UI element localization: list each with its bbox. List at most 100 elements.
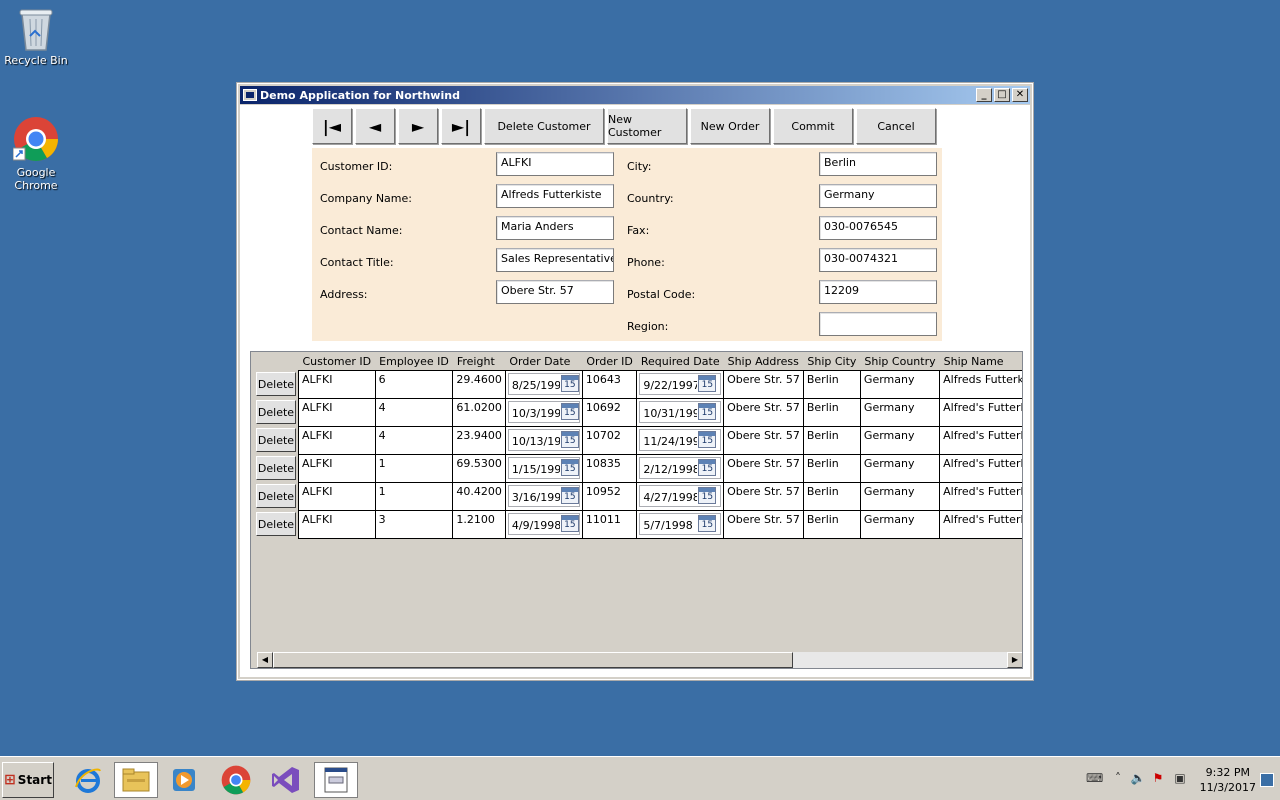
cancel-button[interactable]: Cancel	[856, 108, 936, 144]
required-date-picker[interactable]: 10/31/199715	[639, 400, 722, 423]
contact-title-field[interactable]: Sales Representative	[496, 248, 614, 272]
cell-required-date[interactable]: 4/27/1998 15	[636, 481, 725, 511]
internet-explorer-icon[interactable]	[66, 762, 110, 798]
cell-ship-address[interactable]: Obere Str. 57	[723, 509, 804, 539]
cell-customer-id[interactable]: ALFKI	[298, 425, 376, 455]
cell-customer-id[interactable]: ALFKI	[298, 509, 376, 539]
cell-employee-id[interactable]: 1	[374, 481, 454, 511]
table-row[interactable]: DeleteALFKI629.46008/25/199715106439/22/…	[251, 369, 1022, 399]
cell-order-date[interactable]: 10/13/199715	[504, 425, 583, 455]
table-row[interactable]: DeleteALFKI461.020010/3/1997151069210/31…	[251, 397, 1022, 427]
start-button[interactable]: ⊞ Start	[2, 762, 54, 798]
commit-button[interactable]: Commit	[773, 108, 853, 144]
fax-field[interactable]: 030-0076545	[819, 216, 937, 240]
required-date-picker[interactable]: 4/27/1998 15	[639, 484, 722, 507]
order-date-picker[interactable]: 8/25/199715	[507, 372, 580, 395]
cell-order-id[interactable]: 10835	[581, 453, 638, 483]
table-row[interactable]: Delete ALFKI 3 1.2100 4/9/1998 15 11011 5/7/199…	[251, 509, 1022, 539]
calendar-icon[interactable]: 15	[698, 431, 717, 448]
delete-order-button[interactable]: Delete	[256, 400, 296, 424]
visual-studio-icon[interactable]	[264, 762, 308, 798]
cell-employee-id[interactable]: 1	[374, 453, 454, 483]
cell-ship-country[interactable]: Germany	[859, 481, 941, 511]
company-name-field[interactable]: Alfreds Futterkiste	[496, 184, 614, 208]
table-row[interactable]: DeleteALFKI423.940010/13/1997151070211/2…	[251, 425, 1022, 455]
required-date-picker[interactable]: 5/7/1998 15	[639, 512, 722, 535]
table-row[interactable]: DeleteALFKI169.53001/15/199815108352/12/…	[251, 453, 1022, 483]
column-header[interactable]: Customer ID	[298, 352, 376, 370]
cell-order-date[interactable]: 8/25/199715	[504, 369, 583, 399]
column-header[interactable]: Employee ID	[375, 352, 453, 370]
maximize-button[interactable]: □	[994, 88, 1010, 102]
cell-ship-city[interactable]: Berlin	[802, 453, 861, 483]
column-header[interactable]: Freight	[452, 352, 506, 370]
cell-freight[interactable]: 29.4600	[452, 369, 506, 399]
customer-id-field[interactable]: ALFKI	[496, 152, 614, 176]
cell-employee-id[interactable]: 4	[374, 397, 454, 427]
required-date-picker[interactable]: 9/22/1997 15	[639, 372, 722, 395]
chrome-icon[interactable]	[214, 762, 258, 798]
cell-customer-id[interactable]: ALFKI	[298, 453, 376, 483]
scroll-right-icon[interactable]: ▶	[1007, 652, 1022, 668]
delete-order-button[interactable]: Delete	[256, 484, 296, 508]
action-center-icon[interactable]: ⚑	[1150, 771, 1166, 787]
column-header[interactable]: Ship Address	[723, 352, 804, 370]
required-date-picker[interactable]: 2/12/1998 15	[639, 456, 722, 479]
cell-order-date[interactable]: 4/9/1998 15	[504, 509, 583, 539]
cell-ship-country[interactable]: Germany	[859, 397, 941, 427]
order-date-picker[interactable]: 10/13/199715	[507, 428, 580, 451]
last-record-button[interactable]: ►|	[441, 108, 481, 144]
cell-ship-country[interactable]: Germany	[859, 509, 941, 539]
cell-ship-address[interactable]: Obere Str. 57	[723, 453, 804, 483]
cell-required-date[interactable]: 11/24/199715	[636, 425, 725, 455]
cell-order-date[interactable]: 1/15/199815	[504, 453, 583, 483]
calendar-icon[interactable]: 15	[698, 515, 717, 532]
cell-required-date[interactable]: 9/22/1997 15	[636, 369, 725, 399]
cell-order-date[interactable]: 3/16/199815	[504, 481, 583, 511]
order-date-picker[interactable]: 10/3/199715	[507, 400, 580, 423]
cell-order-id[interactable]: 10952	[581, 481, 638, 511]
cell-freight[interactable]: 69.5300	[452, 453, 506, 483]
calendar-icon[interactable]: 15	[560, 431, 579, 448]
cell-order-id[interactable]: 11011	[581, 509, 638, 539]
cell-ship-name[interactable]: Alfred's Futterkiste	[939, 509, 1022, 539]
cell-employee-id[interactable]: 6	[374, 369, 454, 399]
required-date-picker[interactable]: 11/24/199715	[639, 428, 722, 451]
column-header[interactable]: Order ID	[582, 352, 637, 370]
column-header[interactable]: Ship Name	[939, 352, 1022, 370]
calendar-icon[interactable]: 15	[560, 487, 579, 504]
new-customer-button[interactable]: New Customer	[607, 108, 687, 144]
title-bar[interactable]: Demo Application for Northwind _ □ ✕	[240, 86, 1030, 104]
cell-ship-city[interactable]: Berlin	[802, 481, 861, 511]
calendar-icon[interactable]: 15	[698, 487, 717, 504]
cell-order-id[interactable]: 10702	[581, 425, 638, 455]
cell-customer-id[interactable]: ALFKI	[298, 481, 376, 511]
calendar-icon[interactable]: 15	[560, 375, 579, 392]
cell-required-date[interactable]: 2/12/1998 15	[636, 453, 725, 483]
cell-ship-name[interactable]: Alfreds Futterkiste	[939, 369, 1022, 399]
order-date-picker[interactable]: 3/16/199815	[507, 484, 580, 507]
cell-customer-id[interactable]: ALFKI	[298, 397, 376, 427]
first-record-button[interactable]: |◄	[312, 108, 352, 144]
region-field[interactable]	[819, 312, 937, 336]
cell-ship-name[interactable]: Alfred's Futterkiste	[939, 425, 1022, 455]
cell-order-id[interactable]: 10643	[581, 369, 638, 399]
cell-required-date[interactable]: 10/31/199715	[636, 397, 725, 427]
chrome-desktop-icon[interactable]: Google Chrome	[0, 116, 72, 192]
postal-code-field[interactable]: 12209	[819, 280, 937, 304]
cell-order-id[interactable]: 10692	[581, 397, 638, 427]
cell-ship-city[interactable]: Berlin	[802, 425, 861, 455]
cell-ship-address[interactable]: Obere Str. 57	[723, 397, 804, 427]
cell-freight[interactable]: 40.4200	[452, 481, 506, 511]
next-record-button[interactable]: ►	[398, 108, 438, 144]
delete-order-button[interactable]: Delete	[256, 456, 296, 480]
demo-app-icon[interactable]	[314, 762, 358, 798]
order-date-picker[interactable]: 4/9/1998 15	[507, 512, 580, 535]
horizontal-scrollbar[interactable]: ◀ ▶	[257, 652, 1022, 668]
cell-freight[interactable]: 23.9400	[452, 425, 506, 455]
show-desktop-icon[interactable]	[1260, 773, 1274, 787]
volume-icon[interactable]: 🔈	[1130, 771, 1146, 787]
cell-customer-id[interactable]: ALFKI	[298, 369, 376, 399]
city-field[interactable]: Berlin	[819, 152, 937, 176]
keyboard-icon[interactable]: ⌨	[1086, 771, 1103, 787]
